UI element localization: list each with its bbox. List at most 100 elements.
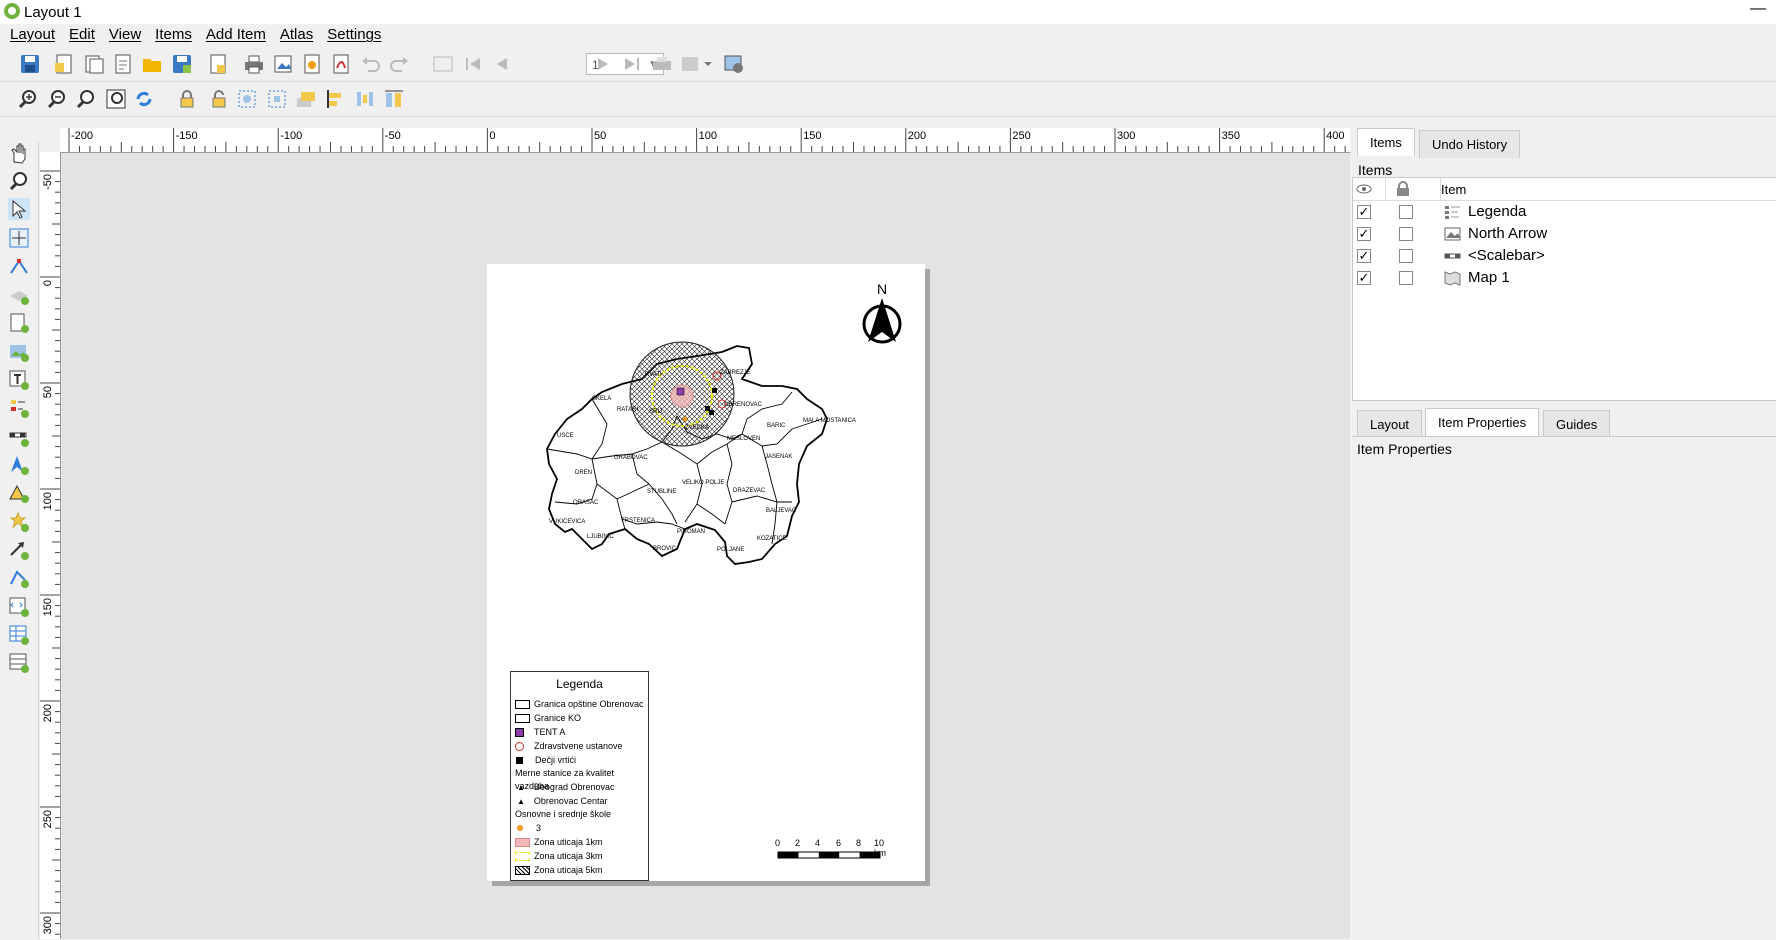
place-label: KOZATICE [757,536,787,542]
layout-canvas[interactable]: SKELA USCE RATARI ZABREZJE OBRENOVAC BAR… [61,153,1350,939]
print-atlas-icon[interactable] [651,53,673,75]
undo-icon[interactable] [360,53,382,75]
item-row-map[interactable]: ✓ Map 1 [1353,267,1776,289]
add-label-icon[interactable] [8,369,30,391]
lock-icon[interactable] [1395,181,1411,197]
ungroup-items-icon[interactable] [266,88,288,110]
place-label: JASENAK [765,454,792,460]
menu-layout[interactable]: Layout [6,26,59,43]
export-image-icon[interactable] [272,53,294,75]
add-marker-icon[interactable] [8,511,30,533]
add-node-item-icon[interactable] [8,567,30,589]
first-feature-icon[interactable] [462,53,484,75]
export-pdf-icon[interactable] [330,53,352,75]
add-north-arrow-icon[interactable] [8,454,30,476]
zoom-out-icon[interactable] [46,88,68,110]
lock-checkbox[interactable] [1399,205,1413,219]
resize-items-icon[interactable] [383,88,405,110]
item-row-north-arrow[interactable]: ✓ North Arrow [1353,223,1776,245]
items-tree[interactable]: Item ✓ Legenda ✓ North Arrow ✓ <Scalebar… [1352,177,1776,401]
previous-feature-icon[interactable] [491,53,513,75]
zoom-in-icon[interactable] [17,88,39,110]
scalebar-item[interactable]: 0 2 4 6 8 10 km [775,838,897,868]
open-template-icon[interactable] [141,53,163,75]
minimize-button[interactable]: — [1750,0,1766,18]
legend-entry: Zona uticaja 5km [511,863,648,877]
new-layout-icon[interactable] [53,53,75,75]
zoom-actual-icon[interactable] [75,88,97,110]
add-attribute-table-icon[interactable] [8,624,30,646]
save-icon[interactable] [19,53,41,75]
legend-label: Zdravstvene ustanove [534,741,623,751]
lock-checkbox[interactable] [1399,271,1413,285]
lock-items-icon[interactable] [178,88,200,110]
kindergarten-marker [709,410,714,415]
distribute-items-icon[interactable] [354,88,376,110]
page-setup-icon[interactable] [207,53,229,75]
add-arrow-icon[interactable] [8,539,30,561]
eye-icon[interactable] [1356,182,1372,196]
tab-layout[interactable]: Layout [1357,410,1423,438]
align-items-icon[interactable] [324,88,346,110]
tab-items[interactable]: Items [1357,128,1415,156]
last-feature-icon[interactable] [621,53,643,75]
add-html-icon[interactable] [8,596,30,618]
item-row-legend[interactable]: ✓ Legenda [1353,201,1776,223]
menu-atlas[interactable]: Atlas [276,26,317,43]
legend-title: Legenda [556,677,603,691]
atlas-preview-icon[interactable] [432,53,454,75]
tab-item-properties[interactable]: Item Properties [1425,408,1540,436]
save-template-icon[interactable] [171,53,193,75]
visibility-checkbox[interactable]: ✓ [1357,205,1371,219]
add-fixed-table-icon[interactable] [8,652,30,674]
legend-item[interactable]: Legenda Granica opštine Obrenovac Granic… [510,671,649,881]
menu-add-item[interactable]: Add Item [202,26,270,43]
legend-icon [1445,206,1460,219]
raise-items-icon[interactable] [295,88,317,110]
next-feature-icon[interactable] [592,53,614,75]
visibility-checkbox[interactable]: ✓ [1357,249,1371,263]
add-page-icon[interactable] [8,312,30,334]
select-move-icon[interactable] [8,198,30,220]
export-svg-icon[interactable] [301,53,323,75]
tab-undo-history[interactable]: Undo History [1419,130,1521,158]
ruler-label: 100 [699,130,717,142]
duplicate-layout-icon[interactable] [83,53,105,75]
item-row-scalebar[interactable]: ✓ <Scalebar> [1353,245,1776,267]
item-column-header[interactable]: Item [1441,182,1466,197]
menu-view[interactable]: View [105,26,145,43]
scale-tick-label: 2 [795,838,801,848]
north-arrow-item[interactable]: N [860,282,904,352]
add-3d-map-icon[interactable] [8,284,30,306]
add-picture-icon[interactable] [8,341,30,363]
tab-guides[interactable]: Guides [1543,410,1611,438]
pan-icon[interactable] [8,142,30,164]
zoom-full-icon[interactable] [105,88,127,110]
add-scalebar-icon[interactable] [8,426,30,448]
add-shape-icon[interactable] [8,482,30,504]
export-atlas-icon[interactable] [680,53,714,75]
menu-settings[interactable]: Settings [323,26,385,43]
legend-label: Beograd Obrenovac [533,782,615,792]
zoom-tool-icon[interactable] [8,170,30,192]
lock-checkbox[interactable] [1399,249,1413,263]
edit-nodes-icon[interactable] [8,256,30,278]
atlas-settings-icon[interactable] [723,53,745,75]
add-legend-icon[interactable] [8,397,30,419]
lock-checkbox[interactable] [1399,227,1413,241]
layout-page[interactable]: SKELA USCE RATARI ZABREZJE OBRENOVAC BAR… [487,264,925,881]
print-icon[interactable] [243,53,265,75]
ruler-label: 200 [42,704,54,722]
move-content-icon[interactable] [8,227,30,249]
item-properties-heading: Item Properties [1357,441,1452,457]
menu-items[interactable]: Items [151,26,196,43]
layout-manager-icon[interactable] [112,53,134,75]
refresh-icon[interactable] [133,88,155,110]
unlock-items-icon[interactable] [207,88,229,110]
visibility-checkbox[interactable]: ✓ [1357,227,1371,241]
visibility-checkbox[interactable]: ✓ [1357,271,1371,285]
redo-icon[interactable] [388,53,410,75]
group-items-icon[interactable] [236,88,258,110]
menu-edit[interactable]: Edit [65,26,99,43]
map-item[interactable]: SKELA USCE RATARI ZABREZJE OBRENOVAC BAR… [537,324,857,584]
